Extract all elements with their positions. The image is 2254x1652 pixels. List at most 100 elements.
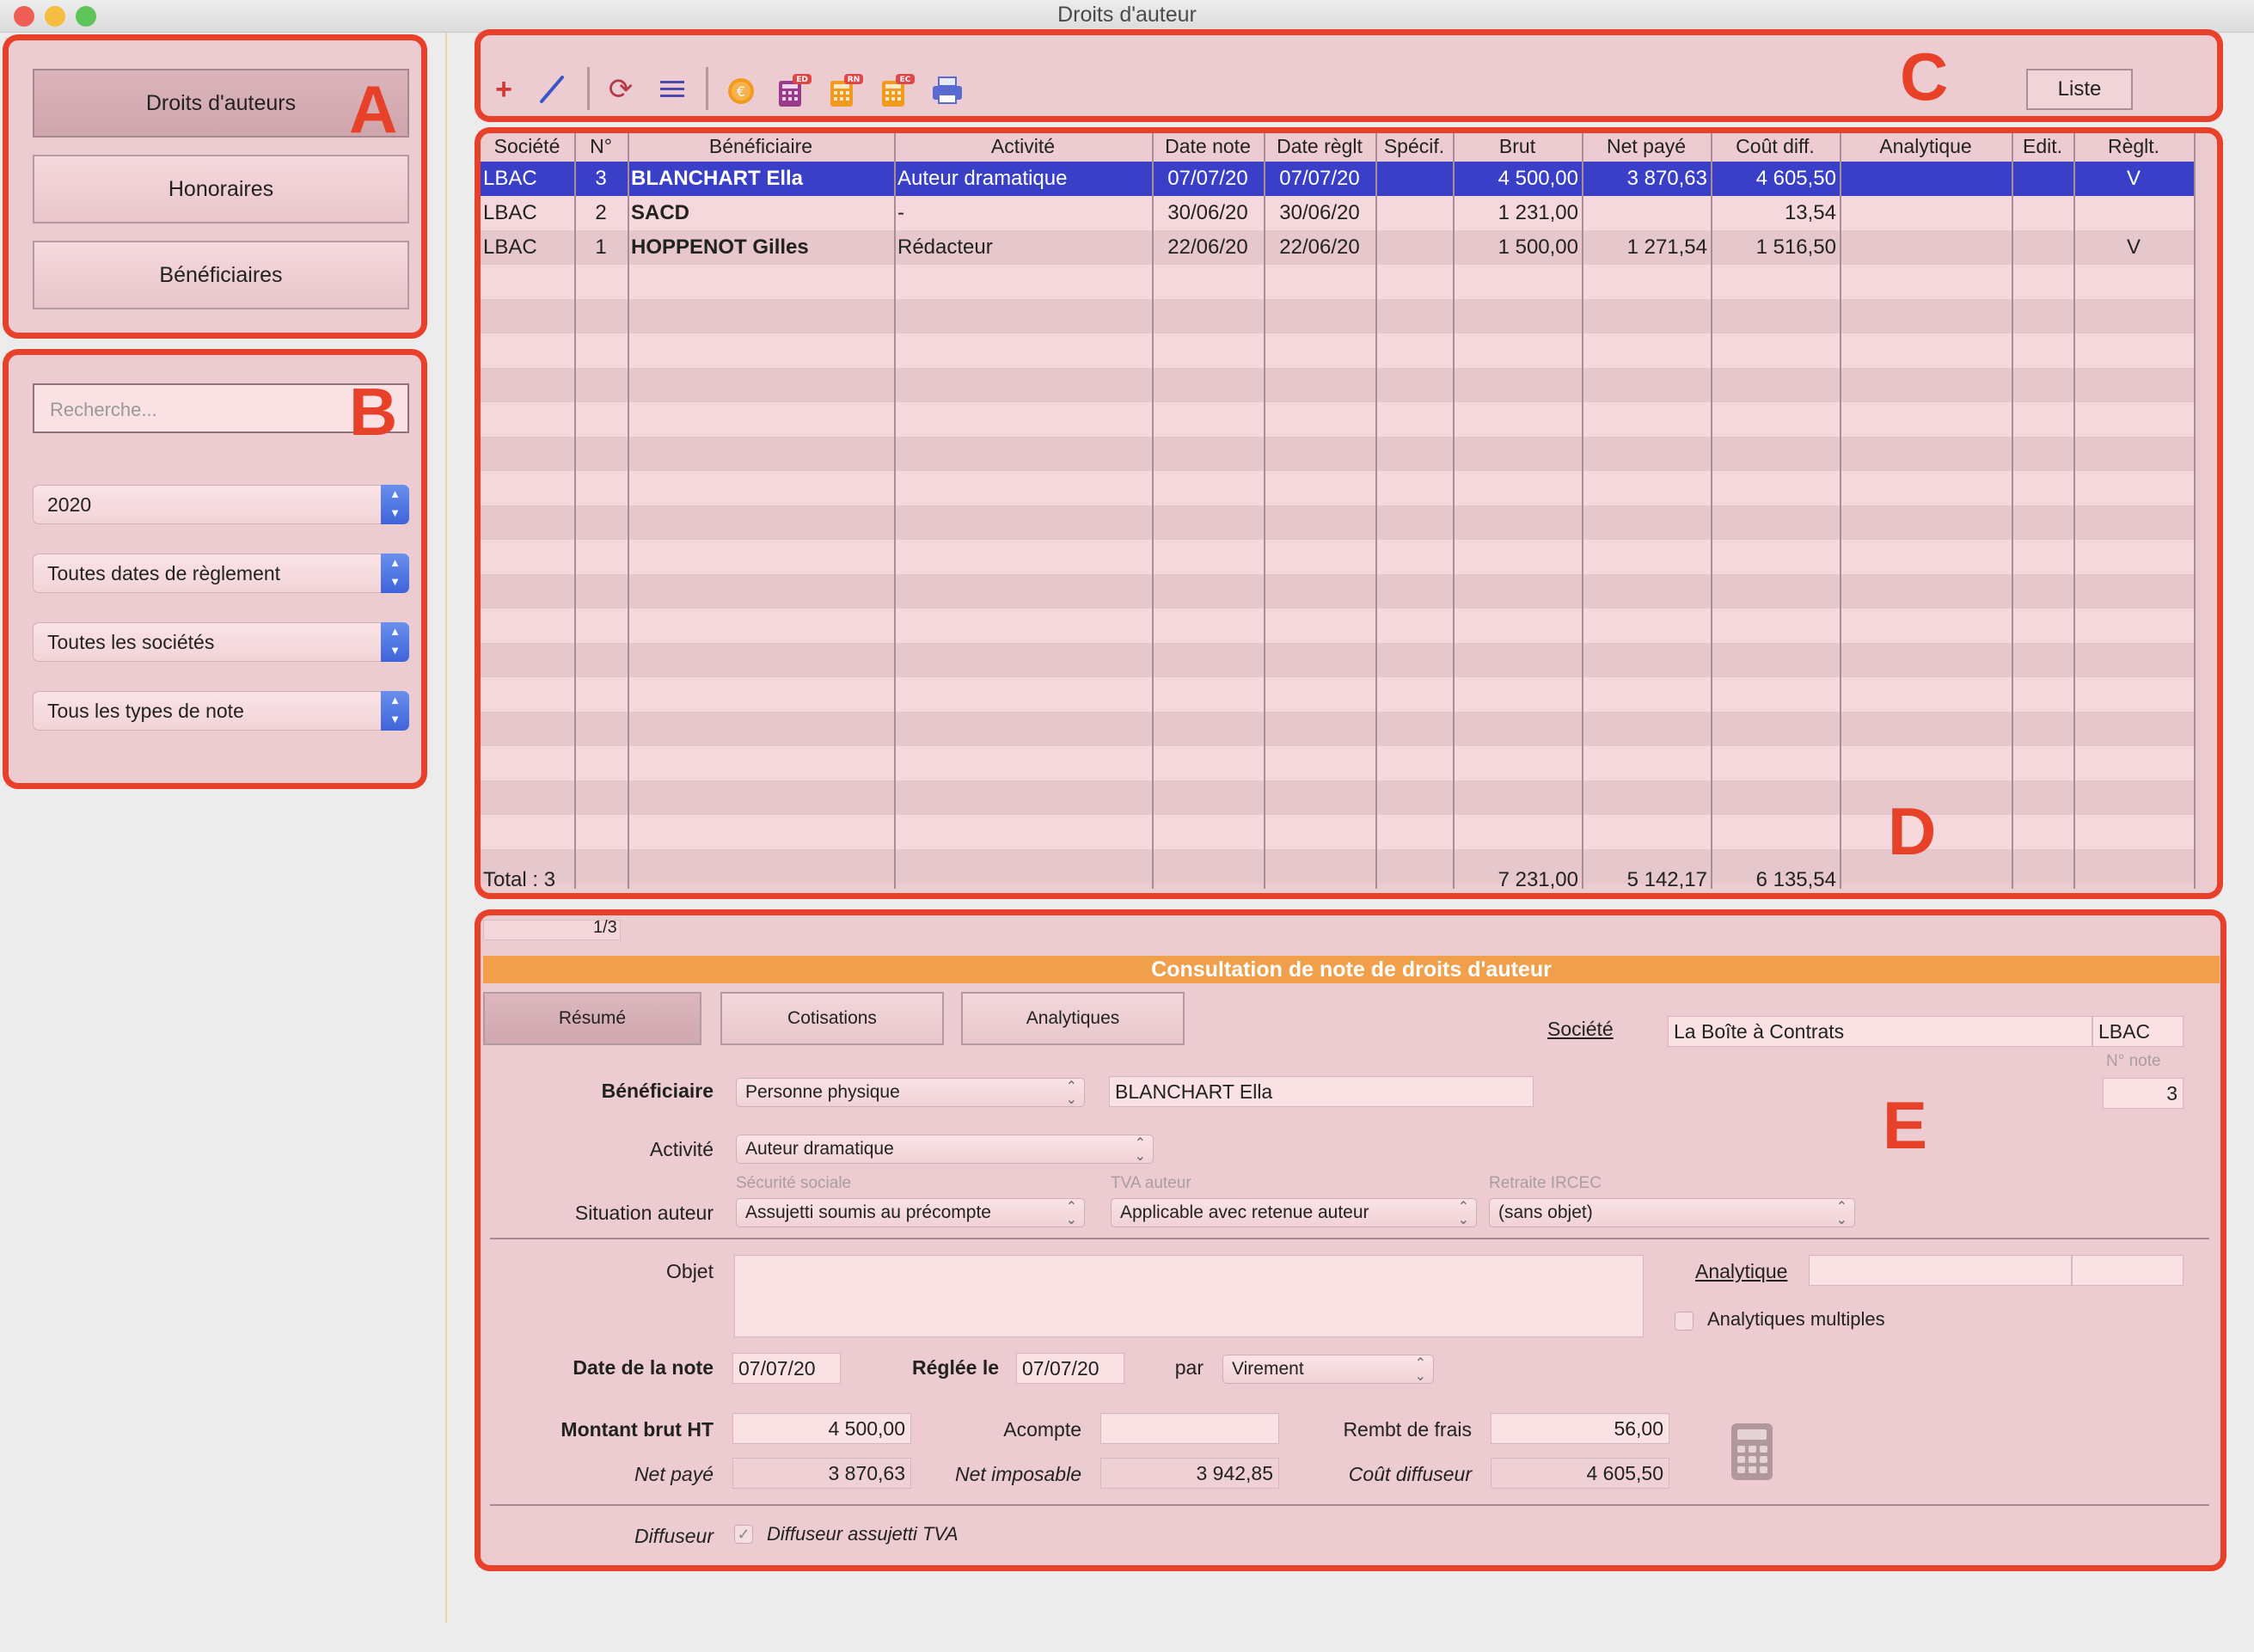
toolbar-separator [706,67,708,110]
tab-resume[interactable]: Résumé [483,992,701,1045]
col-header-activite[interactable]: Activité [894,132,1152,160]
table-column-divider [1375,132,1377,889]
table-row-stripe [480,265,2194,299]
reglee-le-field[interactable]: 07/07/20 [1016,1353,1124,1384]
objet-label: Objet [666,1260,714,1282]
analytique-code-field[interactable] [2072,1255,2184,1286]
table-row-stripe [480,540,2194,574]
analytiques-multiples-label: Analytiques multiples [1707,1308,1885,1330]
cout-diffuseur-label: Coût diffuseur [1348,1463,1472,1485]
detail-header-title: Consultation de note de droits d'auteur [1151,958,1552,982]
col-header-date-note[interactable]: Date note [1152,132,1264,160]
diffuseur-label: Diffuseur [634,1525,714,1547]
table-column-divider [1152,132,1154,889]
table-column-divider [1264,132,1265,889]
tva-select[interactable]: Applicable avec retenue auteur ⌃ ⌄ [1111,1198,1477,1227]
cell-activite: Rédacteur [897,236,993,259]
date-note-field[interactable]: 07/07/20 [732,1353,841,1384]
sidebar-divider [445,33,447,1623]
badge-rn: RN [848,76,860,84]
secu-select[interactable]: Assujetti soumis au précompte ⌃ ⌄ [736,1198,1085,1227]
cell-date-note: 07/07/20 [1167,167,1248,190]
calc-ed-icon[interactable]: ED [775,72,812,107]
table-row-stripe [480,368,2194,402]
montant-brut-label: Montant brut HT [560,1418,714,1441]
calculator-icon[interactable] [1730,1422,1774,1486]
analytique-field[interactable] [1809,1255,2072,1286]
col-header-brut[interactable]: Brut [1453,132,1582,160]
euro-coins-icon[interactable]: € [724,72,758,107]
table-row-stripe [480,780,2194,815]
cell-no: 3 [595,167,607,190]
beneficiaire-type-value: Personne physique [745,1082,900,1102]
net-paye-label: Net payé [634,1463,714,1485]
table-row-stripe [480,299,2194,333]
col-header-specif[interactable]: Spécif. [1375,132,1453,160]
add-icon[interactable]: + [487,72,521,107]
company-select-value: Toutes les sociétés [47,631,215,653]
liste-button[interactable]: Liste [2026,69,2133,110]
refresh-icon[interactable]: ⟳ [603,72,638,107]
col-header-net-paye[interactable]: Net payé [1582,132,1711,160]
note-type-select-value: Tous les types de note [47,700,244,722]
secu-value: Assujetti soumis au précompte [745,1202,991,1222]
beneficiaire-name-field[interactable]: BLANCHART Ella [1109,1076,1534,1107]
no-note-field[interactable]: 3 [2103,1078,2184,1109]
cell-activite: Auteur dramatique [897,167,1068,190]
societe-name-field[interactable]: La Boîte à Contrats [1668,1016,2092,1047]
tab-cotisations[interactable]: Cotisations [720,992,944,1045]
calc-ec-icon[interactable]: EC [879,72,915,107]
cell-societe: LBAC [483,167,537,190]
beneficiaire-type-select[interactable]: Personne physique ⌃ ⌄ [736,1078,1085,1107]
objet-textarea[interactable] [734,1255,1644,1337]
col-header-societe[interactable]: Société [480,132,574,160]
edit-pen-icon[interactable] [535,72,569,107]
col-header-date-reglt[interactable]: Date règlt [1264,132,1375,160]
year-select[interactable]: 2020 ▲ ▼ [33,485,409,524]
calc-rn-icon[interactable]: RN [827,72,863,107]
cell-date-reglt: 22/06/20 [1279,236,1360,259]
cell-date-reglt: 30/06/20 [1279,201,1360,224]
payment-date-select-value: Toutes dates de règlement [47,562,281,584]
cell-beneficiaire: HOPPENOT Gilles [631,236,809,259]
note-type-select[interactable]: Tous les types de note ▲ ▼ [33,691,409,731]
analytiques-multiples-checkbox[interactable] [1675,1312,1694,1331]
cell-no: 1 [595,236,607,259]
table-column-divider [1453,132,1455,889]
chevron-updown-icon: ⌃ ⌄ [1835,1200,1847,1227]
table-row-stripe [480,333,2194,368]
societe-code-field[interactable]: LBAC [2092,1016,2184,1047]
tab-analytiques[interactable]: Analytiques [961,992,1185,1045]
rembt-frais-field[interactable]: 56,00 [1491,1413,1669,1444]
reglement-mode-select[interactable]: Virement ⌃ ⌄ [1222,1355,1434,1384]
nav-beneficiaires-button[interactable]: Bénéficiaires [33,241,409,309]
cell-beneficiaire: BLANCHART Ella [631,167,804,190]
table-row-stripe [480,815,2194,849]
printer-icon[interactable] [930,72,965,107]
analytique-link[interactable]: Analytique [1695,1260,1787,1283]
total-cout-diff: 6 135,54 [1755,868,1836,891]
acompte-field[interactable] [1100,1413,1279,1444]
nav-honoraires-button[interactable]: Honoraires [33,155,409,223]
payment-date-select[interactable]: Toutes dates de règlement ▲ ▼ [33,554,409,593]
cell-societe: LBAC [483,236,537,259]
societe-link[interactable]: Société [1547,1018,1614,1041]
col-header-reglt[interactable]: Règlt. [2073,132,2194,160]
activite-select[interactable]: Auteur dramatique ⌃ ⌄ [736,1135,1154,1164]
col-header-no[interactable]: N° [574,132,628,160]
net-imposable-field: 3 942,85 [1100,1458,1279,1489]
retraite-value: (sans objet) [1498,1202,1593,1222]
reglee-le-label: Réglée le [912,1356,999,1379]
diffuseur-tva-checkbox[interactable]: ✓ [734,1525,753,1544]
retraite-select[interactable]: (sans objet) ⌃ ⌄ [1489,1198,1855,1227]
col-header-beneficiaire[interactable]: Bénéficiaire [628,132,894,160]
col-header-analytique[interactable]: Analytique [1840,132,2012,160]
company-select[interactable]: Toutes les sociétés ▲ ▼ [33,622,409,662]
list-lines-icon[interactable] [655,72,689,107]
cell-activite: - [897,201,904,224]
chevron-updown-icon: ⌃ ⌄ [1457,1200,1469,1227]
col-header-cout-diff[interactable]: Coût diff. [1711,132,1840,160]
col-header-edit[interactable]: Edit. [2012,132,2073,160]
table-row-stripe [480,609,2194,643]
montant-brut-field[interactable]: 4 500,00 [732,1413,911,1444]
